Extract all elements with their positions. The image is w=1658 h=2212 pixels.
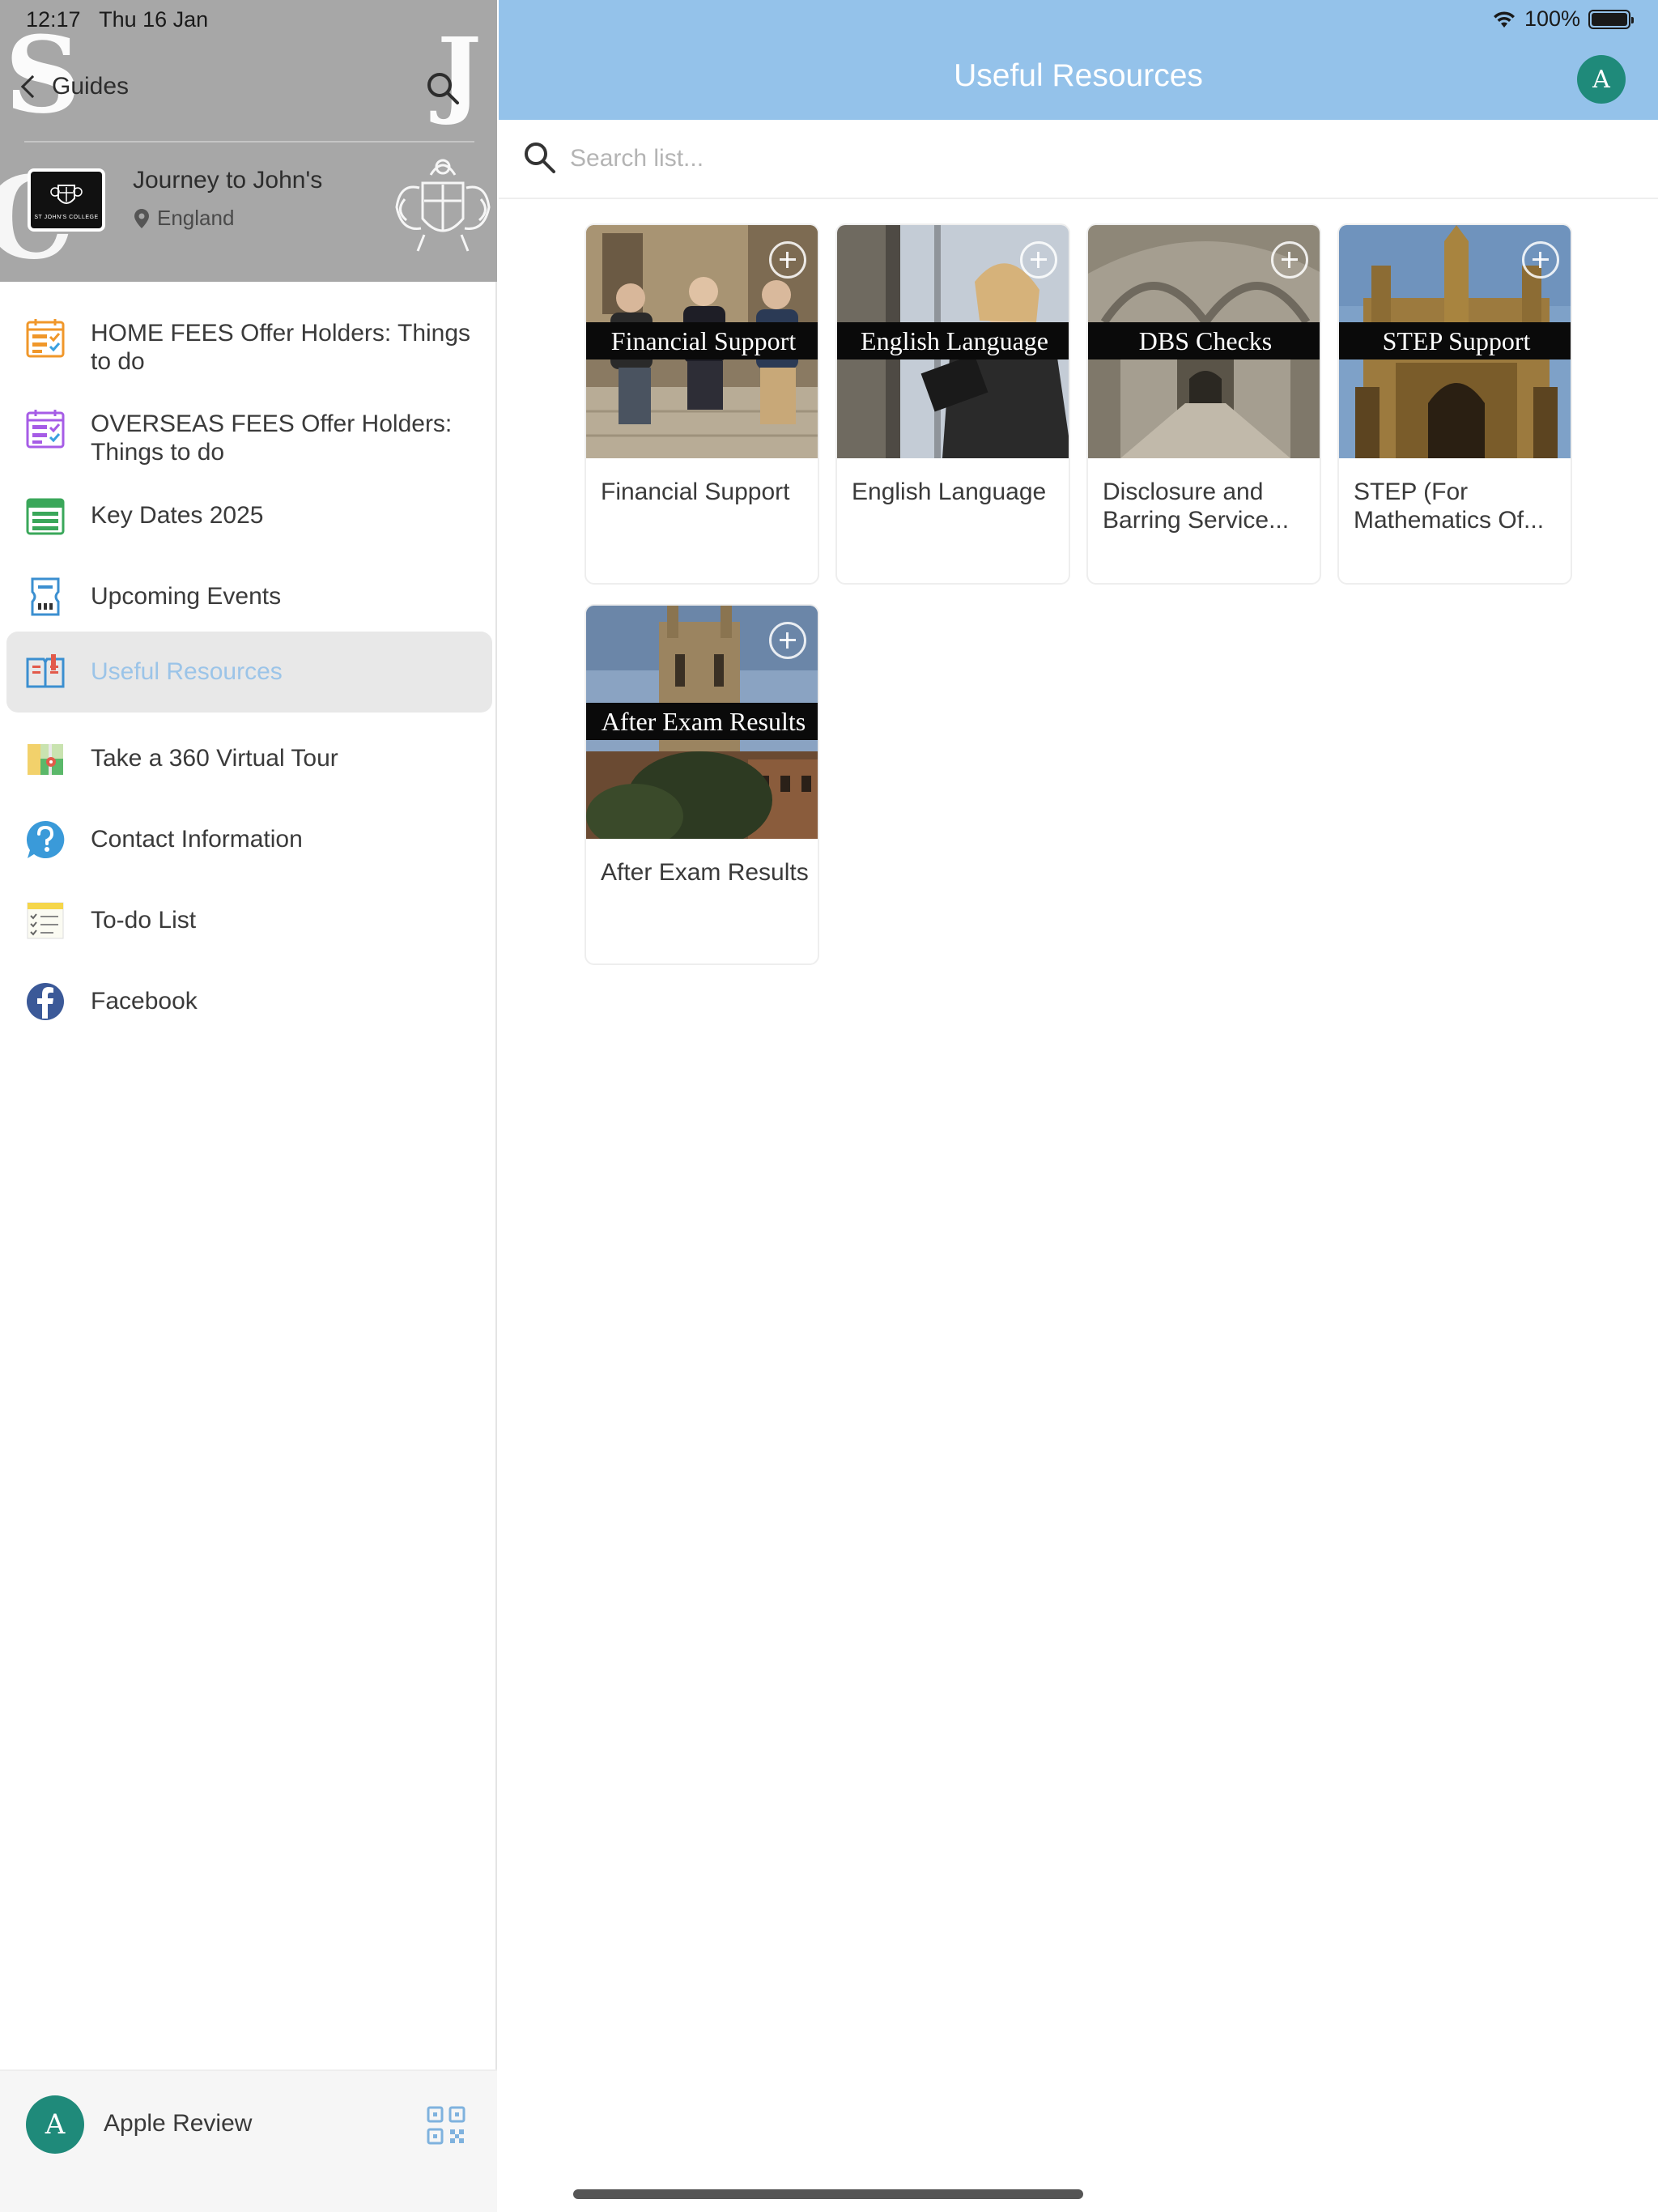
sidebar-item-label: HOME FEES Offer Holders: Things to do [91,320,471,375]
card-title: STEP (For Mathematics Of... [1354,479,1545,534]
sidebar-item-label: To-do List [91,907,197,934]
sidebar-item-label: OVERSEAS FEES Offer Holders: Things to d… [91,410,453,466]
sidebar-item-todo-list[interactable]: To-do List [6,886,492,955]
sidebar-item-label: Upcoming Events [91,583,282,610]
card-banner: Financial Support [586,322,818,359]
status-date: Thu 16 Jan [99,7,209,32]
resource-card-financial-support[interactable]: Financial Support Financial Support [585,223,819,585]
book-icon [26,654,65,688]
sidebar-item-useful-resources[interactable]: Useful Resources [6,632,492,713]
sidebar: S J C Guides ST JOHN'S COLLEGE Journey t… [0,0,497,2212]
qr-code-icon[interactable] [426,2105,466,2146]
home-indicator[interactable] [573,2189,1083,2199]
header-avatar[interactable]: A [1577,55,1626,104]
main-panel: Useful Resources A Search list... Financ… [499,0,1658,2212]
sidebar-item-label: Facebook [91,988,198,1015]
card-image: DBS Checks [1088,225,1320,458]
add-circle-icon[interactable] [1271,241,1308,279]
status-time: 12:17 Thu 16 Jan [26,7,209,32]
card-title: Financial Support [601,479,790,505]
question-icon [26,820,65,858]
card-banner: English Language [837,322,1069,359]
user-avatar[interactable]: A [26,2095,84,2154]
add-circle-icon[interactable] [769,622,806,659]
calendar-list-icon [26,498,65,535]
page-title: Useful Resources [954,58,1203,93]
search-icon [525,143,555,173]
card-title: Disclosure and Barring Service... [1103,479,1290,534]
card-image: English Language [837,225,1069,458]
college-crest-icon [395,159,491,252]
checklist-calendar-icon [26,410,65,449]
resource-card-english-language[interactable]: English Language English Language [835,223,1070,585]
battery-icon [1588,9,1634,29]
search-icon[interactable] [424,70,461,107]
status-bar: 12:17 Thu 16 Jan 100% [0,0,1658,39]
guide-location-label: England [157,206,235,230]
location-pin-icon [134,208,149,228]
guide-title: Journey to John's [133,167,323,194]
user-name[interactable]: Apple Review [104,2110,252,2138]
sidebar-item-label: Take a 360 Virtual Tour [91,745,338,772]
card-banner: STEP Support [1339,322,1571,359]
ticket-icon [31,577,60,616]
sidebar-item-overseas-fees[interactable]: OVERSEAS FEES Offer Holders: Things to d… [6,392,492,470]
guide-logo-text: ST JOHN'S COLLEGE [34,214,99,220]
card-image: Financial Support [586,225,818,458]
search-input[interactable] [570,136,1622,181]
resource-card-dbs-checks[interactable]: DBS Checks Disclosure and Barring Servic… [1086,223,1321,585]
add-circle-icon[interactable] [769,241,806,279]
sidebar-item-virtual-tour[interactable]: Take a 360 Virtual Tour [6,724,492,793]
card-image: After Exam Results [586,606,818,839]
sidebar-item-upcoming-events[interactable]: Upcoming Events [6,562,492,632]
back-label: Guides [52,73,130,100]
add-circle-icon[interactable] [1020,241,1057,279]
wifi-icon [1493,11,1515,28]
chevron-left-icon [20,74,45,99]
resource-card-after-exam-results[interactable]: After Exam Results After Exam Results [585,604,819,965]
search-bar [499,120,1658,199]
sidebar-item-label: Key Dates 2025 [91,502,264,529]
status-indicators: 100% [1492,6,1634,32]
guide-logo: ST JOHN'S COLLEGE [28,168,105,232]
battery-percent: 100% [1524,6,1580,31]
todo-list-icon [27,902,64,939]
card-banner: After Exam Results [586,703,818,740]
sidebar-item-contact-information[interactable]: Contact Information [6,805,492,874]
sidebar-header: S J C Guides ST JOHN'S COLLEGE Journey t… [0,0,497,282]
add-circle-icon[interactable] [1522,241,1559,279]
sidebar-item-label: Useful Resources [91,658,283,685]
sidebar-item-label: Contact Information [91,826,303,853]
checklist-calendar-icon [26,319,65,358]
map-icon [28,744,63,775]
card-title: After Exam Results [601,859,809,886]
guide-location: England [134,206,234,231]
sidebar-footer: A Apple Review [0,2069,497,2212]
crest-icon [50,184,83,204]
sidebar-item-key-dates[interactable]: Key Dates 2025 [6,481,492,551]
sidebar-item-facebook[interactable]: Facebook [6,967,492,1036]
card-title: English Language [852,479,1047,505]
header-divider [24,141,474,143]
resource-card-step-support[interactable]: STEP Support STEP (For Mathematics Of... [1337,223,1572,585]
card-image: STEP Support [1339,225,1571,458]
sidebar-item-home-fees[interactable]: HOME FEES Offer Holders: Things to do [6,301,492,379]
card-banner: DBS Checks [1088,322,1320,359]
back-button[interactable]: Guides [20,73,130,100]
facebook-icon [27,983,64,1020]
